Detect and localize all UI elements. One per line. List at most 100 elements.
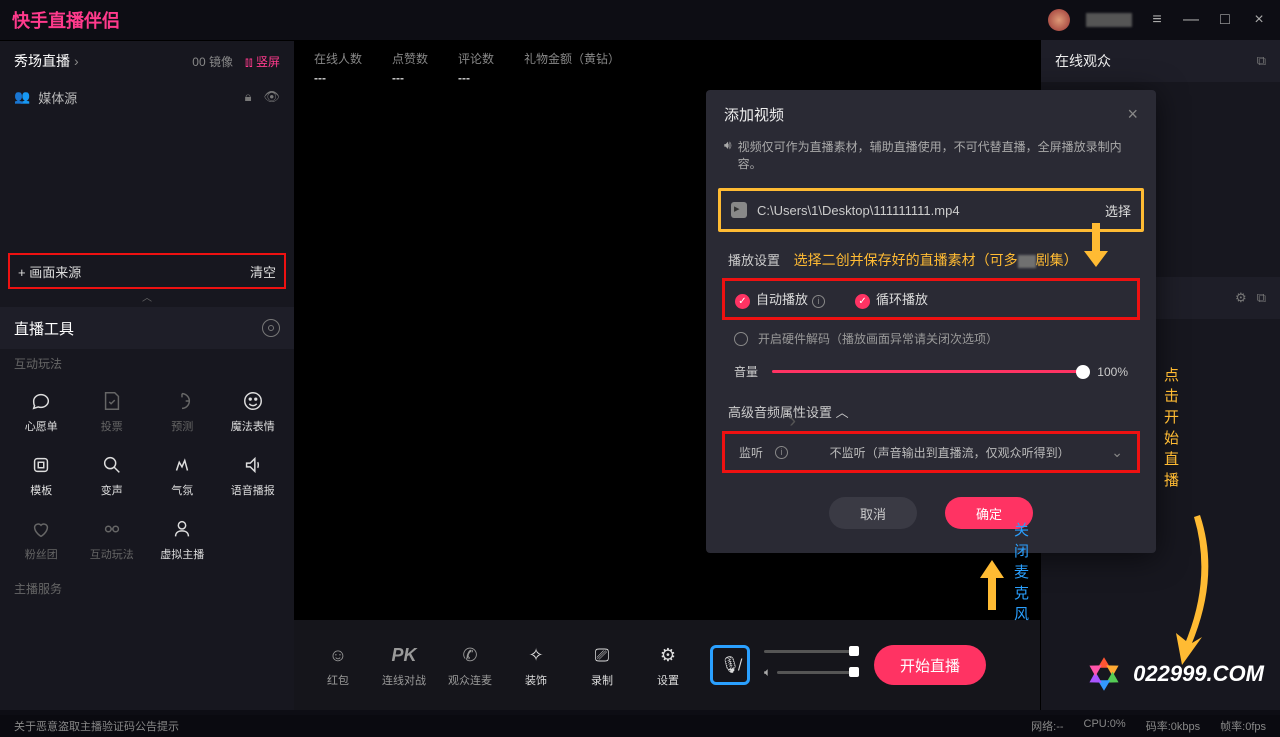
tool-icon bbox=[171, 390, 193, 412]
speaker-icon: 🔊︎ bbox=[724, 138, 732, 172]
scene-title[interactable]: 秀场直播 bbox=[14, 51, 79, 71]
arrow-annotation bbox=[974, 560, 1004, 615]
mic-volume-slider[interactable] bbox=[764, 650, 854, 653]
tool-模板[interactable]: 模板 bbox=[6, 454, 77, 498]
tool-变声[interactable]: 变声 bbox=[77, 454, 148, 498]
add-video-modal: 添加视频 × 🔊︎ 视频仅可作为直播素材，辅助直播使用，不可代替直播，全屏播放录… bbox=[706, 90, 1156, 553]
center-preview: 在线人数---点赞数---评论数---礼物金额（黄钻） 添加视频 × 🔊︎ 视频… bbox=[294, 40, 1040, 710]
tool-虚拟主播[interactable]: 虚拟主播 bbox=[147, 518, 218, 562]
collapse-handle[interactable]: ︿ bbox=[0, 289, 294, 303]
stat: 评论数--- bbox=[458, 50, 494, 85]
pk-icon: PK bbox=[391, 642, 416, 668]
playback-checks: ✓自动播放i ✓循环播放 bbox=[722, 278, 1140, 320]
tool-icon bbox=[30, 518, 52, 540]
advanced-audio-toggle[interactable]: 高级音频属性设置 ︿ bbox=[706, 386, 1156, 431]
tool-粉丝团[interactable]: 粉丝团 bbox=[6, 518, 77, 562]
tool-icon bbox=[242, 454, 264, 476]
redpacket-icon: ☺ bbox=[329, 642, 347, 668]
avatar[interactable] bbox=[1048, 9, 1070, 31]
hw-decode-label: 开启硬件解码（播放画面异常请关闭次选项） bbox=[758, 330, 998, 347]
ab-guestcall[interactable]: ✆观众连麦 bbox=[440, 642, 500, 688]
mic-off-icon: 🎙︎̸ bbox=[720, 655, 740, 675]
add-source-button[interactable]: + 画面来源 bbox=[18, 262, 81, 281]
titlebar: 快手直播伴侣 ≡ — □ × bbox=[0, 0, 1280, 40]
puzzle-icon: ✧ bbox=[528, 642, 543, 668]
annotation-start: 点击开始直播 bbox=[1164, 364, 1179, 490]
camera-icon: ⎚ bbox=[595, 642, 609, 668]
tools-settings-icon[interactable] bbox=[262, 319, 280, 337]
ab-pk[interactable]: PK连线对战 bbox=[374, 642, 434, 688]
tool-icon bbox=[101, 518, 123, 540]
expand-right-icon[interactable]: › bbox=[789, 410, 796, 433]
tool-icon bbox=[101, 454, 123, 476]
ab-decor[interactable]: ✧装饰 bbox=[506, 642, 566, 688]
tool-icon bbox=[171, 454, 193, 476]
minimize-button[interactable]: — bbox=[1182, 11, 1200, 29]
speaker-volume-slider[interactable] bbox=[777, 671, 854, 674]
gear-icon: ⚙︎ bbox=[660, 642, 676, 668]
tool-icon bbox=[101, 390, 123, 412]
loop-check[interactable]: ✓循环播放 bbox=[855, 289, 928, 309]
chevron-down-icon bbox=[1111, 444, 1123, 461]
start-live-button[interactable]: 开始直播 bbox=[874, 645, 986, 685]
monitor-value: 不监听（声音输出到直播流，仅观众听得到） bbox=[796, 444, 1103, 461]
tool-语音播报[interactable]: 语音播报 bbox=[218, 454, 289, 498]
tool-icon bbox=[30, 454, 52, 476]
gear-icon[interactable]: ⚙︎ bbox=[1235, 290, 1247, 306]
modal-close-button[interactable]: × bbox=[1127, 104, 1138, 125]
popout-icon[interactable]: ⧉ bbox=[1257, 53, 1266, 69]
status-bitrate: 码率:0kbps bbox=[1146, 718, 1200, 734]
info-icon[interactable]: i bbox=[812, 295, 825, 308]
monitor-select[interactable]: 监听 i 不监听（声音输出到直播流，仅观众听得到） bbox=[722, 431, 1140, 473]
hw-decode-radio[interactable] bbox=[734, 332, 748, 346]
stat: 点赞数--- bbox=[392, 50, 428, 85]
status-fps: 帧率:0fps bbox=[1220, 718, 1266, 734]
tool-魔法表情[interactable]: 魔法表情 bbox=[218, 390, 289, 434]
mirror-toggle[interactable]: 00 镜像 bbox=[192, 53, 233, 70]
tool-互动玩法[interactable]: 互动玩法 bbox=[77, 518, 148, 562]
clear-button[interactable]: 清空 bbox=[250, 262, 276, 281]
tool-气氛[interactable]: 气氛 bbox=[147, 454, 218, 498]
tool-预测[interactable]: 预测 bbox=[147, 390, 218, 434]
ab-settings[interactable]: ⚙︎设置 bbox=[638, 642, 698, 688]
tools-subgroup: 互动玩法 bbox=[0, 349, 294, 378]
action-bar: ☺红包 PK连线对战 ✆观众连麦 ✧装饰 ⎚录制 ⚙︎设置 🎙︎̸ 🔈︎ 开始直… bbox=[294, 620, 1040, 710]
annotation-mic: 关闭麦克风 bbox=[1014, 519, 1040, 624]
close-button[interactable]: × bbox=[1250, 11, 1268, 29]
app-title: 快手直播伴侣 bbox=[12, 7, 120, 33]
info-icon[interactable]: i bbox=[775, 446, 788, 459]
cancel-button[interactable]: 取消 bbox=[829, 497, 917, 529]
stat: 礼物金额（黄钻） bbox=[524, 50, 620, 85]
volume-value: 100% bbox=[1097, 365, 1128, 379]
file-icon bbox=[731, 202, 747, 218]
speaker-icon: 🔈︎ bbox=[764, 665, 771, 680]
vertical-toggle[interactable]: ⫾⫾ 竖屏 bbox=[245, 53, 280, 70]
lock-icon[interactable]: 🔒︎ bbox=[245, 89, 252, 105]
maximize-button[interactable]: □ bbox=[1216, 11, 1234, 29]
file-select-button[interactable]: 选择 bbox=[1105, 201, 1131, 220]
monitor-label: 监听 bbox=[739, 444, 763, 461]
autoplay-check[interactable]: ✓自动播放i bbox=[735, 289, 825, 309]
left-panel: 秀场直播 00 镜像 ⫾⫾ 竖屏 👥 媒体源 🔒︎ 👁︎ + 画面来源 清空 ︿… bbox=[0, 40, 294, 710]
eye-icon[interactable]: 👁︎ bbox=[263, 89, 280, 105]
ab-record[interactable]: ⎚录制 bbox=[572, 642, 632, 688]
volume-slider[interactable] bbox=[772, 370, 1083, 373]
volume-label: 音量 bbox=[734, 363, 758, 380]
tools-title: 直播工具 bbox=[14, 318, 74, 339]
mic-toggle[interactable]: 🎙︎̸ bbox=[710, 645, 750, 685]
host-service-label: 主播服务 bbox=[0, 574, 294, 603]
modal-title: 添加视频 bbox=[724, 104, 784, 125]
menu-button[interactable]: ≡ bbox=[1148, 11, 1166, 29]
popout-icon[interactable]: ⧉ bbox=[1257, 290, 1266, 306]
status-net: 网络:-- bbox=[1031, 718, 1063, 734]
file-path: C:\Users\1\Desktop\111111111.mp4 bbox=[757, 203, 960, 218]
tool-icon bbox=[242, 390, 264, 412]
tool-心愿单[interactable]: 心愿单 bbox=[6, 390, 77, 434]
status-cpu: CPU:0% bbox=[1084, 718, 1126, 734]
status-notice[interactable]: 关于恶意盗取主播验证码公告提示 bbox=[14, 718, 179, 734]
ab-redpacket[interactable]: ☺红包 bbox=[308, 642, 368, 688]
username-censored bbox=[1086, 13, 1132, 27]
status-bar: 关于恶意盗取主播验证码公告提示 网络:-- CPU:0% 码率:0kbps 帧率… bbox=[0, 715, 1280, 737]
media-source-label: 媒体源 bbox=[38, 88, 77, 107]
tool-投票[interactable]: 投票 bbox=[77, 390, 148, 434]
